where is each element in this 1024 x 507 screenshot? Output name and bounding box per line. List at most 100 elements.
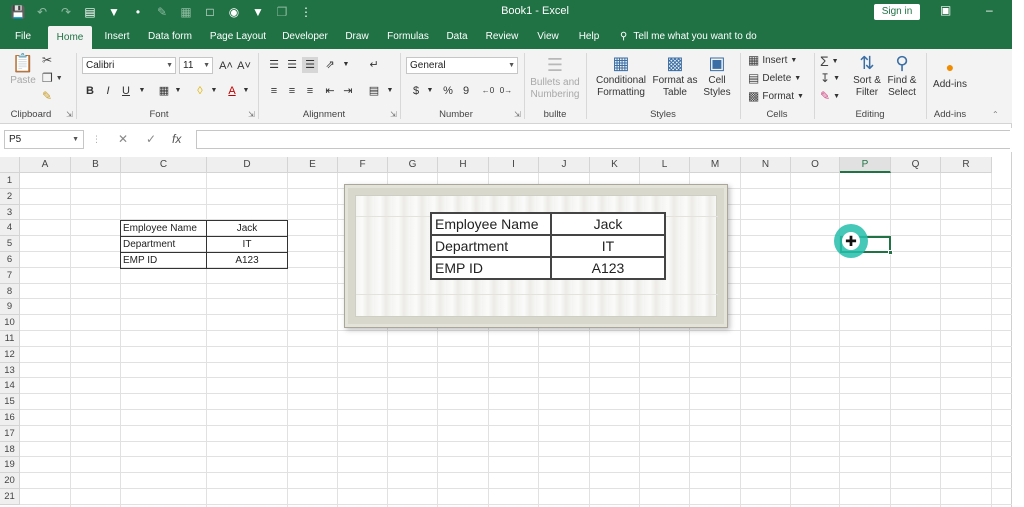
format-painter-button[interactable]: ✎ <box>42 89 52 103</box>
row-header-15[interactable]: 15 <box>0 394 20 410</box>
minimize-icon[interactable]: – <box>986 3 993 17</box>
number-format-select[interactable]: General ▼ <box>406 57 518 74</box>
tab-data[interactable]: Data <box>442 24 472 49</box>
cut-button[interactable]: ✂ <box>42 53 52 67</box>
underline-dropdown-icon[interactable]: ▼ <box>134 83 150 99</box>
shrink-font-button[interactable]: A˅ <box>236 58 252 74</box>
format-cells-button[interactable]: ▩ Format ▼ <box>748 89 804 103</box>
copy-icon[interactable]: ❐ <box>272 3 292 21</box>
collapse-ribbon-icon[interactable]: ⌃ <box>992 110 999 119</box>
ribbon-display-icon[interactable]: ▣ <box>940 3 951 17</box>
tab-file[interactable]: File <box>8 24 38 49</box>
cell-styles-button[interactable]: ▣ Cell Styles <box>700 53 734 99</box>
decrease-indent-icon[interactable]: ⇤ <box>322 83 338 99</box>
align-top-icon[interactable]: ☰ <box>266 57 282 73</box>
row-header-9[interactable]: 9 <box>0 299 20 316</box>
tab-data-form[interactable]: Data form <box>144 24 196 49</box>
clear-button[interactable]: ✎ ▼ <box>820 89 840 103</box>
row-header-14[interactable]: 14 <box>0 378 20 395</box>
sort-filter-button[interactable]: ⇅ Sort & Filter <box>848 53 886 99</box>
row-header-11[interactable]: 11 <box>0 331 20 347</box>
borders-dropdown-icon[interactable]: ▼ <box>170 83 186 99</box>
row-header-21[interactable]: 21 <box>0 489 20 505</box>
row-header-6[interactable]: 6 <box>0 252 20 268</box>
more-icon[interactable]: ⋮ <box>296 3 316 21</box>
undo-icon[interactable]: ↶ <box>32 3 52 21</box>
redo-icon[interactable]: ↷ <box>56 3 76 21</box>
italic-button[interactable]: I <box>100 83 116 99</box>
underline-button[interactable]: U <box>118 83 134 99</box>
font-color-dropdown-icon[interactable]: ▼ <box>238 83 254 99</box>
delete-cells-button[interactable]: ▤ Delete ▼ <box>748 71 801 85</box>
drag-handle-icon[interactable]: ⋮ <box>92 134 101 145</box>
column-header-g[interactable]: G <box>388 157 438 173</box>
row-header-20[interactable]: 20 <box>0 473 20 489</box>
column-header-l[interactable]: L <box>640 157 690 173</box>
row-header-16[interactable]: 16 <box>0 410 20 426</box>
tab-page-layout[interactable]: Page Layout <box>206 24 270 49</box>
bold-button[interactable]: B <box>82 83 98 99</box>
table-cell-label[interactable]: EMP ID <box>120 252 207 269</box>
row-header-8[interactable]: 8 <box>0 283 20 300</box>
filter-icon[interactable]: ▼ <box>104 3 124 21</box>
tab-insert[interactable]: Insert <box>98 24 136 49</box>
table-cell-value[interactable]: Jack <box>206 220 288 237</box>
row-header-4[interactable]: 4 <box>0 220 20 237</box>
table-cell-label[interactable]: Employee Name <box>120 220 207 237</box>
paint-icon[interactable]: ✎ <box>152 3 172 21</box>
orientation-dropdown-icon[interactable]: ▼ <box>338 57 354 73</box>
row-header-10[interactable]: 10 <box>0 315 20 331</box>
name-box[interactable]: P5 ▼ <box>4 130 84 149</box>
currency-dropdown-icon[interactable]: ▼ <box>422 83 438 99</box>
column-header-r[interactable]: R <box>941 157 992 173</box>
table-cell-value[interactable]: IT <box>206 236 288 253</box>
insert-function-icon[interactable]: fx <box>172 132 181 146</box>
comma-button[interactable]: 9 <box>458 83 474 99</box>
clipboard-launcher-icon[interactable]: ⇲ <box>66 110 73 119</box>
table-cell-value[interactable]: A123 <box>206 252 288 269</box>
find-select-button[interactable]: ⚲ Find & Select <box>884 53 920 99</box>
sign-in-button[interactable]: Sign in <box>874 4 920 20</box>
orientation-icon[interactable]: ⇗ <box>322 57 338 73</box>
enter-icon[interactable]: ✓ <box>146 132 156 146</box>
linked-picture[interactable]: Employee Name Jack Department IT EMP ID … <box>344 184 728 328</box>
percent-button[interactable]: % <box>440 83 456 99</box>
insert-cells-button[interactable]: ▦ Insert ▼ <box>748 53 797 67</box>
merge-dropdown-icon[interactable]: ▼ <box>382 83 398 99</box>
align-left-icon[interactable]: ≡ <box>266 83 282 99</box>
decrease-decimal-icon[interactable]: 0→ <box>498 83 514 99</box>
column-header-a[interactable]: A <box>20 157 71 173</box>
fill-button[interactable]: ↧ ▼ <box>820 71 840 85</box>
row-header-19[interactable]: 19 <box>0 457 20 474</box>
table-icon[interactable]: ▦ <box>176 3 196 21</box>
tab-formulas[interactable]: Formulas <box>384 24 432 49</box>
form-icon[interactable]: ▤ <box>80 3 100 21</box>
table-cell-label[interactable]: Department <box>120 236 207 253</box>
row-header-1[interactable]: 1 <box>0 173 20 189</box>
column-header-n[interactable]: N <box>741 157 791 173</box>
align-bottom-icon[interactable]: ☰ <box>302 57 318 73</box>
merge-center-icon[interactable]: ▤ <box>366 83 382 99</box>
paste-button[interactable]: 📋 Paste <box>6 53 40 87</box>
tab-draw[interactable]: Draw <box>340 24 374 49</box>
row-header-3[interactable]: 3 <box>0 204 20 221</box>
tab-view[interactable]: View <box>532 24 564 49</box>
column-header-j[interactable]: J <box>539 157 590 173</box>
alignment-launcher-icon[interactable]: ⇲ <box>390 110 397 119</box>
column-header-i[interactable]: I <box>489 157 539 173</box>
fill-dropdown-icon[interactable]: ▼ <box>206 83 222 99</box>
row-header-18[interactable]: 18 <box>0 441 20 458</box>
camera-icon[interactable]: ◉ <box>224 3 244 21</box>
column-header-k[interactable]: K <box>590 157 640 173</box>
column-header-d[interactable]: D <box>207 157 288 173</box>
column-header-c[interactable]: C <box>121 157 207 173</box>
column-header-b[interactable]: B <box>71 157 121 173</box>
row-header-13[interactable]: 13 <box>0 362 20 379</box>
column-header-m[interactable]: M <box>690 157 741 173</box>
grow-font-button[interactable]: A˄ <box>218 58 234 74</box>
row-header-7[interactable]: 7 <box>0 267 20 284</box>
autosum-button[interactable]: Σ ▼ <box>820 53 839 69</box>
comment-icon[interactable]: □ <box>200 3 220 21</box>
tab-home[interactable]: Home <box>48 26 92 49</box>
align-center-icon[interactable]: ≡ <box>284 83 300 99</box>
